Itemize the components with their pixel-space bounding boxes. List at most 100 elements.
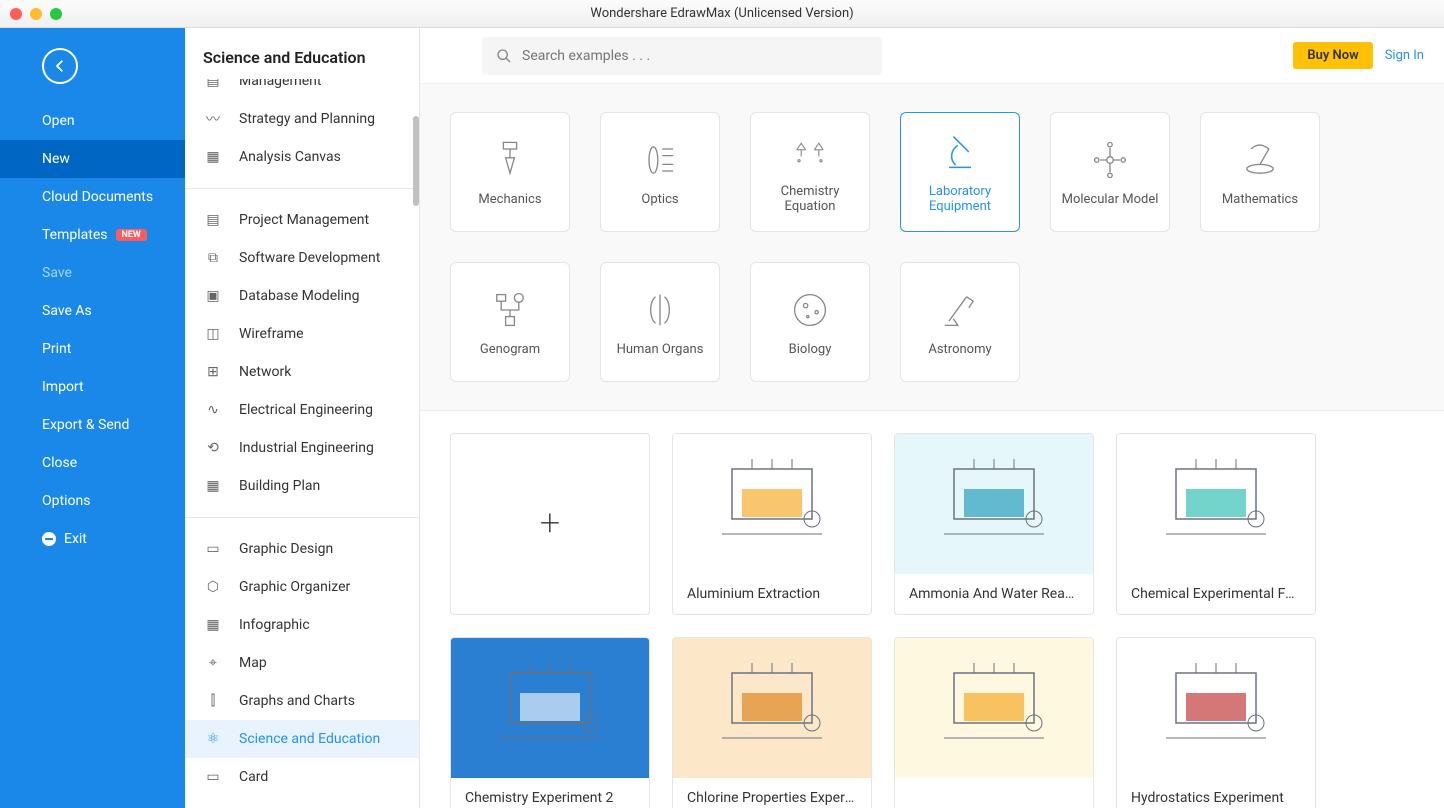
- template-thumbnail: [1117, 638, 1315, 778]
- category-item-electrical-engineering[interactable]: ∿Electrical Engineering: [185, 391, 419, 429]
- new-badge: NEW: [116, 229, 147, 241]
- template-chemical-experimental-facil-[interactable]: Chemical Experimental Facil…: [1116, 433, 1316, 615]
- sidebar-item-new[interactable]: New: [0, 140, 185, 178]
- tile-optics[interactable]: Optics: [600, 112, 720, 232]
- template-label: Ammonia And Water Reacti…: [895, 574, 1093, 614]
- tile-icon: [788, 130, 832, 174]
- sidebar-item-print[interactable]: Print: [0, 330, 185, 368]
- tile-label: Laboratory Equipment: [909, 184, 1011, 214]
- category-icon: ▭: [203, 539, 223, 559]
- sidebar-item-templates[interactable]: Templates NEW: [0, 216, 185, 254]
- category-label: Management: [239, 79, 321, 89]
- sidebar-item-label: Exit: [64, 531, 87, 547]
- sidebar-item-cloud-documents[interactable]: Cloud Documents: [0, 178, 185, 216]
- tile-mechanics[interactable]: Mechanics: [450, 112, 570, 232]
- window-controls: [10, 8, 62, 20]
- search-input[interactable]: [522, 48, 868, 64]
- category-list[interactable]: ▤ Management 〰Strategy and Planning▦Analys…: [185, 79, 419, 808]
- template-hydrostatics-experiment[interactable]: Hydrostatics Experiment: [1116, 637, 1316, 808]
- category-label: Strategy and Planning: [239, 111, 375, 127]
- tile-biology[interactable]: Biology: [750, 262, 870, 382]
- scrollbar-thumb[interactable]: [413, 116, 419, 206]
- category-item-network[interactable]: ⊞Network: [185, 353, 419, 391]
- search-box[interactable]: [482, 37, 882, 75]
- sidebar-item-options[interactable]: Options: [0, 482, 185, 520]
- category-icon: ▦: [203, 147, 223, 167]
- sidebar-item-label: New: [42, 151, 70, 167]
- category-item-building-plan[interactable]: ▦Building Plan: [185, 467, 419, 505]
- template-label: Chlorine Properties Experim…: [673, 778, 871, 808]
- category-item-analysis-canvas[interactable]: ▦Analysis Canvas: [185, 138, 419, 176]
- category-icon: ▦: [203, 615, 223, 635]
- category-label: Network: [239, 364, 291, 380]
- category-item-card[interactable]: ▭Card: [185, 758, 419, 796]
- close-window-button[interactable]: [10, 8, 22, 20]
- tile-label: Human Organs: [617, 342, 704, 357]
- sidebar-item-save-as[interactable]: Save As: [0, 292, 185, 330]
- tile-genogram[interactable]: Genogram: [450, 262, 570, 382]
- category-item-infographic[interactable]: ▦ Infographic: [185, 606, 419, 644]
- buy-now-button[interactable]: Buy Now: [1293, 42, 1372, 69]
- category-header: Science and Education: [185, 28, 419, 79]
- sidebar-item-import[interactable]: Import: [0, 368, 185, 406]
- tile-human-organs[interactable]: Human Organs: [600, 262, 720, 382]
- template-chlorine-properties-experim-[interactable]: Chlorine Properties Experim…: [672, 637, 872, 808]
- category-icon: ⚛: [203, 729, 223, 749]
- category-item-map[interactable]: ⌖Map: [185, 644, 419, 682]
- tile-molecular-model[interactable]: Molecular Model: [1050, 112, 1170, 232]
- sidebar-item-exit[interactable]: Exit: [0, 520, 185, 558]
- category-item-graphic-design[interactable]: ▭Graphic Design: [185, 530, 419, 568]
- category-icon: ▣: [203, 286, 223, 306]
- category-label: Industrial Engineering: [239, 440, 374, 456]
- template-chemistry-experiment-[interactable]: Chemistry Experiment 2: [450, 637, 650, 808]
- sidebar-item-export-send[interactable]: Export & Send: [0, 406, 185, 444]
- tile-icon: [938, 130, 982, 174]
- category-label: Building Plan: [239, 478, 320, 494]
- category-label: Electrical Engineering: [239, 402, 373, 418]
- category-label: Graphic Organizer: [239, 579, 350, 595]
- tile-laboratory-equipment[interactable]: Laboratory Equipment: [900, 112, 1020, 232]
- maximize-window-button[interactable]: [50, 8, 62, 20]
- category-item-software-development[interactable]: ⧉Software Development: [185, 239, 419, 277]
- sign-in-link[interactable]: Sign In: [1385, 48, 1424, 63]
- tile-label: Astronomy: [928, 342, 991, 357]
- category-item-industrial-engineering[interactable]: ⟲Industrial Engineering: [185, 429, 419, 467]
- category-item-graphs-and-charts[interactable]: ⫿Graphs and Charts: [185, 682, 419, 720]
- minimize-window-button[interactable]: [30, 8, 42, 20]
- category-item-graphic-organizer[interactable]: ⬡Graphic Organizer: [185, 568, 419, 606]
- tile-chemistry-equation[interactable]: Chemistry Equation: [750, 112, 870, 232]
- template-grid: +Aluminium Extraction Ammonia And Water R…: [420, 410, 1444, 808]
- category-item-wireframe[interactable]: ◫Wireframe: [185, 315, 419, 353]
- sidebar-item-label: Export & Send: [42, 417, 129, 433]
- sidebar: Open New Cloud Documents Templates NEW SaveSa…: [0, 28, 185, 808]
- template-scroll-area[interactable]: Mechanics OpticsChemistry Equation Laborat…: [420, 84, 1444, 808]
- category-icon: ◫: [203, 324, 223, 344]
- tile-mathematics[interactable]: Mathematics: [1200, 112, 1320, 232]
- template-thumbnail: [673, 638, 871, 778]
- titlebar: Wondershare EdrawMax (Unlicensed Version…: [0, 0, 1444, 28]
- tile-label: Molecular Model: [1062, 192, 1159, 207]
- back-button[interactable]: [42, 48, 78, 84]
- category-item-management[interactable]: ▤ Management: [185, 79, 419, 100]
- tile-astronomy[interactable]: Astronomy: [900, 262, 1020, 382]
- category-icon: ⫿: [203, 691, 223, 711]
- template-blank[interactable]: +: [450, 433, 650, 615]
- window-title: Wondershare EdrawMax (Unlicensed Version…: [590, 6, 853, 21]
- template-item[interactable]: [894, 637, 1094, 808]
- tile-label: Mechanics: [478, 192, 541, 207]
- category-icon: ▤: [203, 79, 223, 91]
- template-thumbnail: [895, 638, 1093, 778]
- category-item-science-and-education[interactable]: ⚛Science and Education: [185, 720, 419, 758]
- category-item-database-modeling[interactable]: ▣Database Modeling: [185, 277, 419, 315]
- category-item-strategy-and-planning[interactable]: 〰Strategy and Planning: [185, 100, 419, 138]
- sidebar-item-close[interactable]: Close: [0, 444, 185, 482]
- category-item-project-management[interactable]: ▤Project Management: [185, 201, 419, 239]
- sidebar-item-open[interactable]: Open: [0, 102, 185, 140]
- template-ammonia-and-water-reacti-[interactable]: Ammonia And Water Reacti…: [894, 433, 1094, 615]
- template-aluminium-extraction[interactable]: Aluminium Extraction: [672, 433, 872, 615]
- sidebar-item-label: Templates: [42, 227, 108, 243]
- category-label: Map: [239, 655, 267, 671]
- sidebar-item-save[interactable]: Save: [0, 254, 185, 292]
- category-item-form[interactable]: ☰Form: [185, 796, 419, 808]
- category-label: Infographic: [239, 617, 310, 633]
